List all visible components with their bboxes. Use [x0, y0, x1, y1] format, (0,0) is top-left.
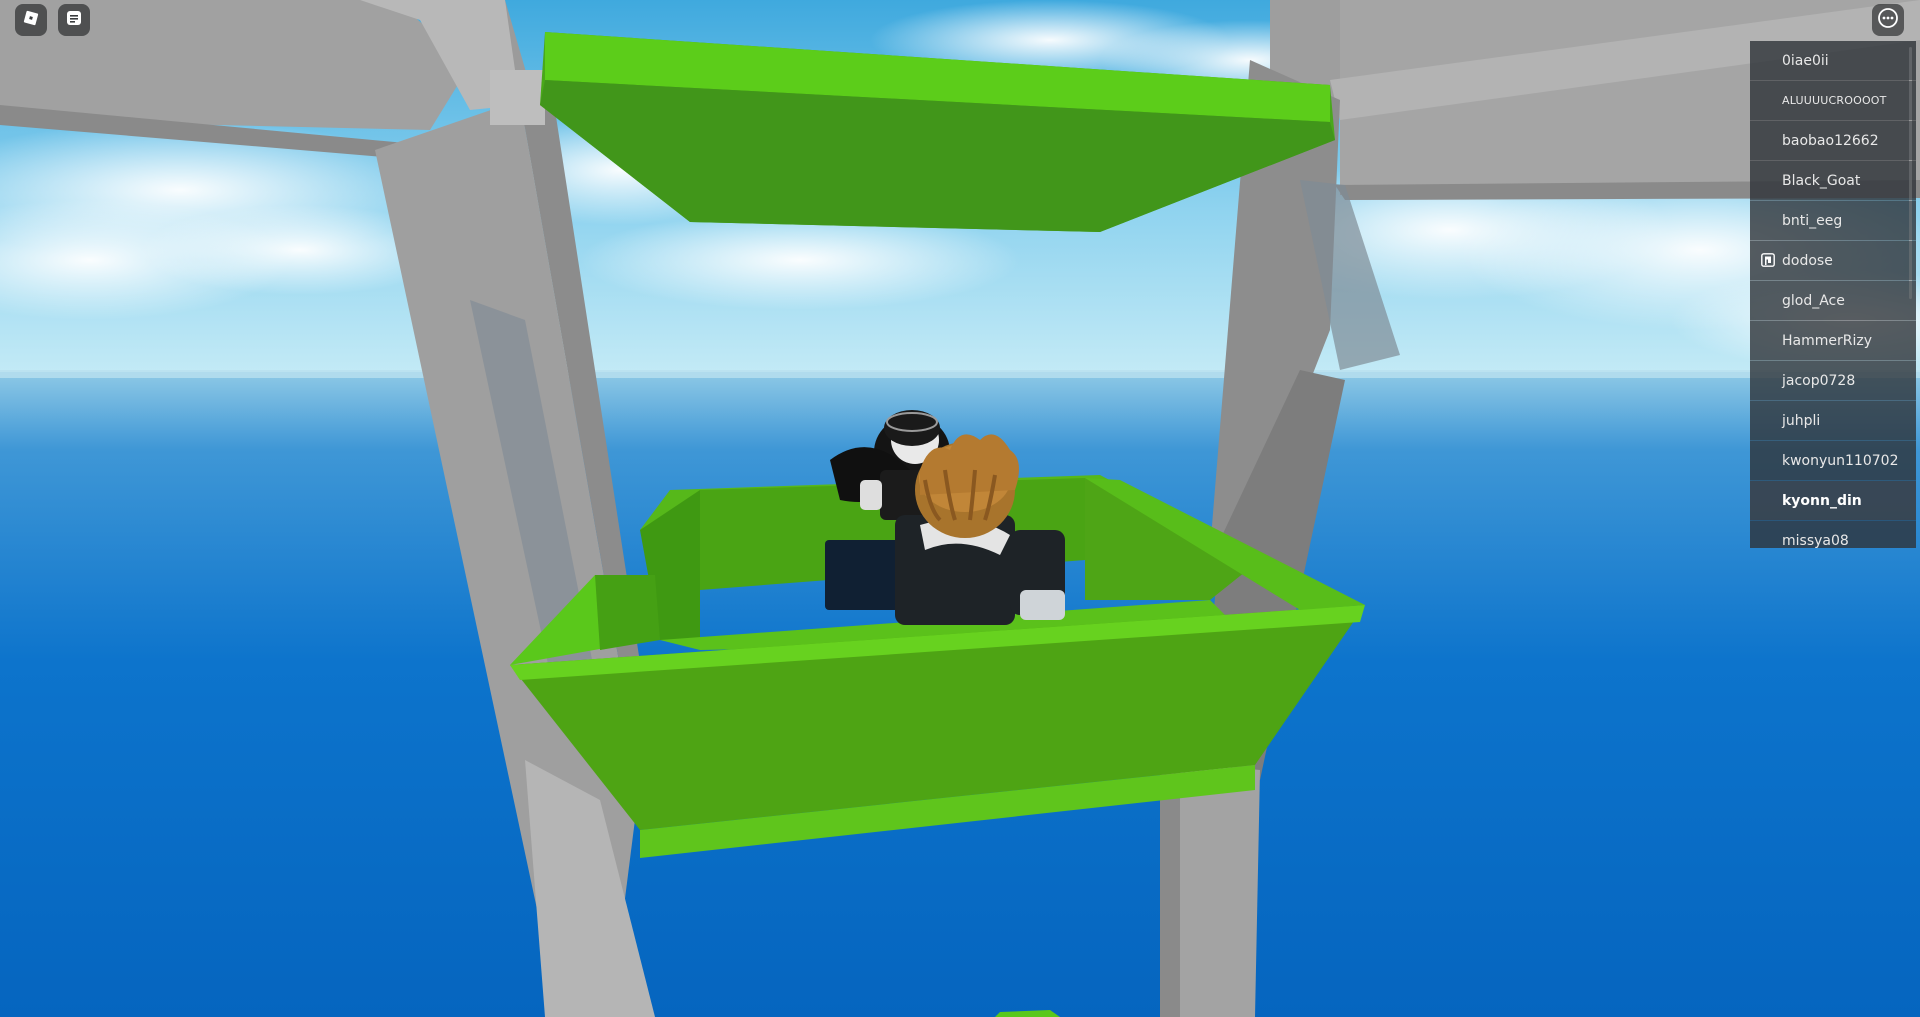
player-list-item[interactable]: 0iae0ii	[1750, 41, 1916, 80]
player-list-item[interactable]: dodose	[1750, 241, 1916, 280]
player-name: baobao12662	[1782, 132, 1879, 149]
player-name: kyonn_din	[1782, 492, 1862, 509]
horizon	[0, 370, 1920, 378]
player-list-item[interactable]: kwonyun110702	[1750, 441, 1916, 480]
game-scene	[0, 0, 1920, 1017]
player-list-item[interactable]: glod_Ace	[1750, 281, 1916, 320]
more-options-icon	[1877, 7, 1899, 33]
more-options-button[interactable]	[1872, 4, 1904, 36]
player-list-item[interactable]: HammerRizy	[1750, 321, 1916, 360]
player-name: missya08	[1782, 532, 1849, 549]
player-list-item[interactable]: baobao12662	[1750, 121, 1916, 160]
player-list-item[interactable]: missya08	[1750, 521, 1916, 548]
player-list[interactable]: 0iae0ii ALUUUUCROOOOT baobao12662 Black_…	[1750, 41, 1916, 548]
player-name: jacop0728	[1782, 372, 1856, 389]
player-name: dodose	[1782, 252, 1833, 269]
player-name: HammerRizy	[1782, 332, 1873, 349]
player-name: glod_Ace	[1782, 292, 1845, 309]
player-name: Black_Goat	[1782, 172, 1861, 189]
player-name: ALUUUUCROOOOT	[1782, 94, 1887, 107]
premium-icon	[1761, 253, 1775, 267]
player-list-item[interactable]: ALUUUUCROOOOT	[1750, 81, 1916, 120]
roblox-menu-button[interactable]	[15, 4, 47, 36]
game-viewport[interactable]	[0, 0, 1920, 1017]
player-name: 0iae0ii	[1782, 52, 1829, 69]
player-name: kwonyun110702	[1782, 452, 1899, 469]
roblox-logo-icon	[22, 9, 40, 31]
player-list-item[interactable]: jacop0728	[1750, 361, 1916, 400]
player-list-item-local[interactable]: kyonn_din	[1750, 481, 1916, 520]
player-list-item[interactable]: juhpli	[1750, 401, 1916, 440]
player-list-item[interactable]: Black_Goat	[1750, 161, 1916, 200]
player-name: juhpli	[1782, 412, 1821, 429]
player-name: bnti_eeg	[1782, 212, 1843, 229]
chat-button[interactable]	[58, 4, 90, 36]
chat-icon	[65, 9, 83, 31]
player-list-item[interactable]: bnti_eeg	[1750, 201, 1916, 240]
